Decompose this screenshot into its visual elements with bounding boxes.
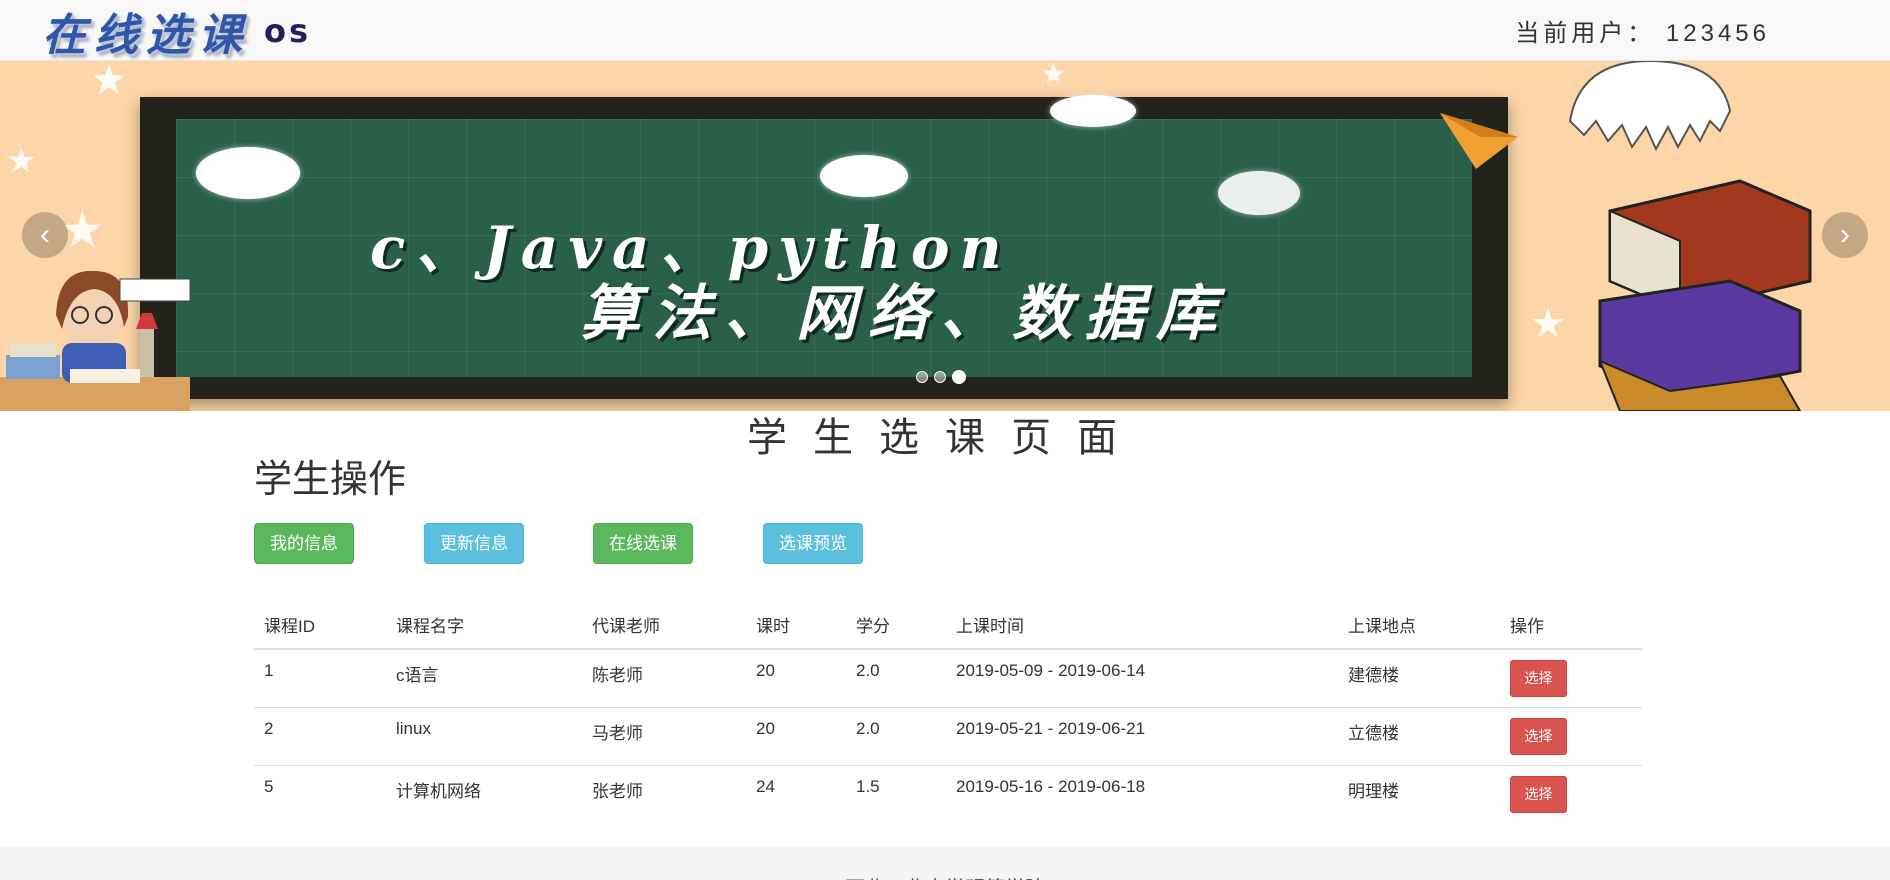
- cloud-icon: [196, 147, 300, 199]
- section-title: 学生操作: [254, 459, 407, 501]
- table-row: 2 linux 马老师 20 2.0 2019-05-21 - 2019-06-…: [254, 707, 1642, 766]
- cloud-icon: [820, 155, 908, 197]
- operation-cell: 选择: [1500, 648, 1642, 708]
- carousel-indicators: [916, 370, 966, 384]
- chevron-left-icon: ‹: [40, 218, 50, 251]
- course-name-cell: c语言: [386, 648, 582, 708]
- brand-title: 在线选课: [42, 10, 250, 61]
- select-course-button[interactable]: 选择: [1510, 718, 1567, 755]
- my-info-button[interactable]: 我的信息: [254, 523, 354, 564]
- column-header: 代课老师: [582, 600, 746, 650]
- update-info-button[interactable]: 更新信息: [424, 523, 524, 564]
- column-header: 课程ID: [254, 600, 386, 650]
- course-id-cell: 5: [254, 765, 386, 823]
- carousel-indicator-3[interactable]: [952, 370, 966, 384]
- place-cell: 立德楼: [1338, 707, 1500, 766]
- carousel-indicator-1[interactable]: [916, 371, 928, 383]
- course-id-cell: 2: [254, 707, 386, 766]
- brand-logo[interactable]: 在线选课 os: [42, 4, 312, 61]
- carousel-prev-button[interactable]: ‹: [22, 212, 68, 258]
- column-header: 操作: [1500, 600, 1642, 650]
- teacher-cell: 马老师: [582, 707, 746, 766]
- paper-plane-icon: [1440, 113, 1518, 169]
- star-icon: ★: [6, 142, 37, 180]
- course-name-cell: 计算机网络: [386, 765, 582, 823]
- credit-cell: 2.0: [846, 707, 946, 766]
- chevron-right-icon: ›: [1840, 218, 1850, 251]
- time-cell: 2019-05-09 - 2019-06-14: [946, 648, 1338, 708]
- course-name-cell: linux: [386, 707, 582, 766]
- table-header-row: 课程ID 课程名字 代课老师 课时 学分 上课时间 上课地点 操作: [254, 600, 1642, 650]
- teacher-cell: 陈老师: [582, 648, 746, 708]
- online-select-button[interactable]: 在线选课: [593, 523, 693, 564]
- column-header: 课时: [746, 600, 846, 650]
- place-cell: 建德楼: [1338, 648, 1500, 708]
- banner-carousel: ★ ★ ★ ★ ★ c、Java、python 算法、网络、数据库 ‹ ›: [0, 61, 1890, 411]
- books-illustration: [1568, 61, 1812, 411]
- select-course-button[interactable]: 选择: [1510, 776, 1567, 813]
- hours-cell: 20: [746, 648, 846, 708]
- column-header: 上课时间: [946, 600, 1338, 650]
- operation-cell: 选择: [1500, 707, 1642, 766]
- footer-text: 西北工业大学明德学院: [0, 846, 1890, 880]
- time-cell: 2019-05-16 - 2019-06-18: [946, 765, 1338, 823]
- brand-suffix: os: [264, 12, 312, 50]
- operation-cell: 选择: [1500, 765, 1642, 823]
- banner-line-2: 算法、网络、数据库: [580, 279, 1228, 349]
- star-icon: ★: [1040, 61, 1067, 91]
- place-cell: 明理楼: [1338, 765, 1500, 823]
- credit-cell: 1.5: [846, 765, 946, 823]
- select-course-button[interactable]: 选择: [1510, 660, 1567, 697]
- current-user-label: 当前用户： 123456: [1515, 20, 1770, 47]
- column-header: 学分: [846, 600, 946, 650]
- table-row: 1 c语言 陈老师 20 2.0 2019-05-09 - 2019-06-14…: [254, 648, 1642, 708]
- student-illustration: [0, 270, 191, 411]
- page-footer: 西北工业大学明德学院: [0, 846, 1890, 880]
- column-header: 课程名字: [386, 600, 582, 650]
- table-row: 5 计算机网络 张老师 24 1.5 2019-05-16 - 2019-06-…: [254, 765, 1642, 823]
- credit-cell: 2.0: [846, 648, 946, 708]
- top-navbar: 在线选课 os 当前用户： 123456: [0, 0, 1890, 61]
- select-preview-button[interactable]: 选课预览: [763, 523, 863, 564]
- carousel-indicator-2[interactable]: [934, 371, 946, 383]
- hours-cell: 24: [746, 765, 846, 823]
- course-id-cell: 1: [254, 648, 386, 708]
- hours-cell: 20: [746, 707, 846, 766]
- teacher-cell: 张老师: [582, 765, 746, 823]
- course-table: 课程ID 课程名字 代课老师 课时 学分 上课时间 上课地点 操作 1 c语言 …: [254, 600, 1642, 823]
- star-icon: ★: [90, 61, 128, 103]
- cloud-icon: [1218, 171, 1300, 215]
- column-header: 上课地点: [1338, 600, 1500, 650]
- carousel-next-button[interactable]: ›: [1822, 212, 1868, 258]
- cloud-icon: [1050, 95, 1136, 127]
- time-cell: 2019-05-21 - 2019-06-21: [946, 707, 1338, 766]
